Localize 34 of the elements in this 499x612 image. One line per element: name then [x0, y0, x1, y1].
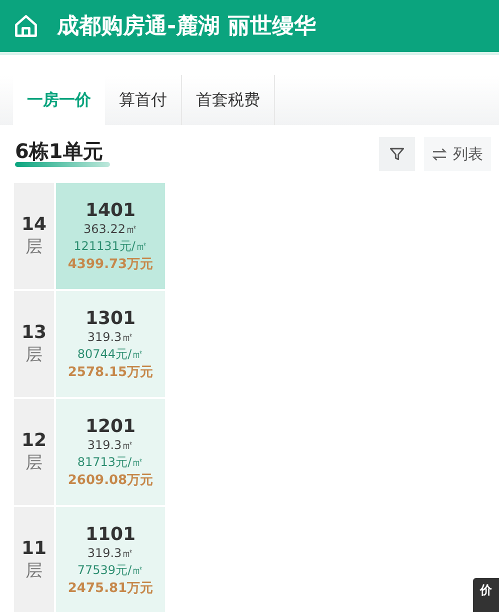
unit-number: 1101 [85, 524, 136, 544]
unit-price: 77539元/㎡ [77, 562, 144, 578]
unit-area: 319.3㎡ [87, 328, 134, 346]
list-button[interactable]: 列表 [424, 137, 491, 171]
unit-cell[interactable]: 1101 319.3㎡ 77539元/㎡ 2475.81万元 [56, 507, 165, 612]
unit-cell[interactable]: 1401 363.22㎡ 121131元/㎡ 4399.73万元 [56, 183, 165, 289]
unit-area: 319.3㎡ [87, 436, 134, 454]
total-price: 2578.15万元 [68, 364, 154, 380]
filter-icon [388, 145, 406, 163]
total-price: 2609.08万元 [68, 472, 154, 488]
unit-cell[interactable]: 1301 319.3㎡ 80744元/㎡ 2578.15万元 [56, 291, 165, 397]
unit-price: 81713元/㎡ [77, 454, 144, 470]
total-price: 2475.81万元 [68, 580, 154, 596]
floor-label-cell: 12 层 [14, 399, 56, 505]
floor-label-cell: 13 层 [14, 291, 56, 397]
unit-number: 1201 [85, 416, 136, 436]
swap-icon [432, 148, 447, 160]
unit-price: 121131元/㎡ [74, 238, 148, 254]
unit-cell[interactable]: 1201 319.3㎡ 81713元/㎡ 2609.08万元 [56, 399, 165, 505]
unit-number: 1301 [85, 308, 136, 328]
unit-number: 1401 [85, 200, 136, 220]
unit-area: 363.22㎡ [84, 220, 138, 238]
tab[interactable]: 算首付 [105, 75, 182, 125]
floor-label-cell: 11 层 [14, 507, 56, 612]
total-price: 4399.73万元 [68, 256, 154, 272]
price-side-tab[interactable]: 价 [473, 578, 499, 612]
tab[interactable]: 首套税费 [182, 75, 275, 125]
page-title: 成都购房通-麓湖 丽世缦华 [57, 12, 316, 41]
unit-area: 319.3㎡ [87, 544, 134, 562]
building-title: 6栋1单元 [15, 141, 104, 162]
filter-button[interactable] [379, 137, 415, 171]
home-icon[interactable] [13, 13, 39, 39]
unit-price: 80744元/㎡ [77, 346, 144, 362]
floor-label-cell: 14 层 [14, 183, 56, 289]
